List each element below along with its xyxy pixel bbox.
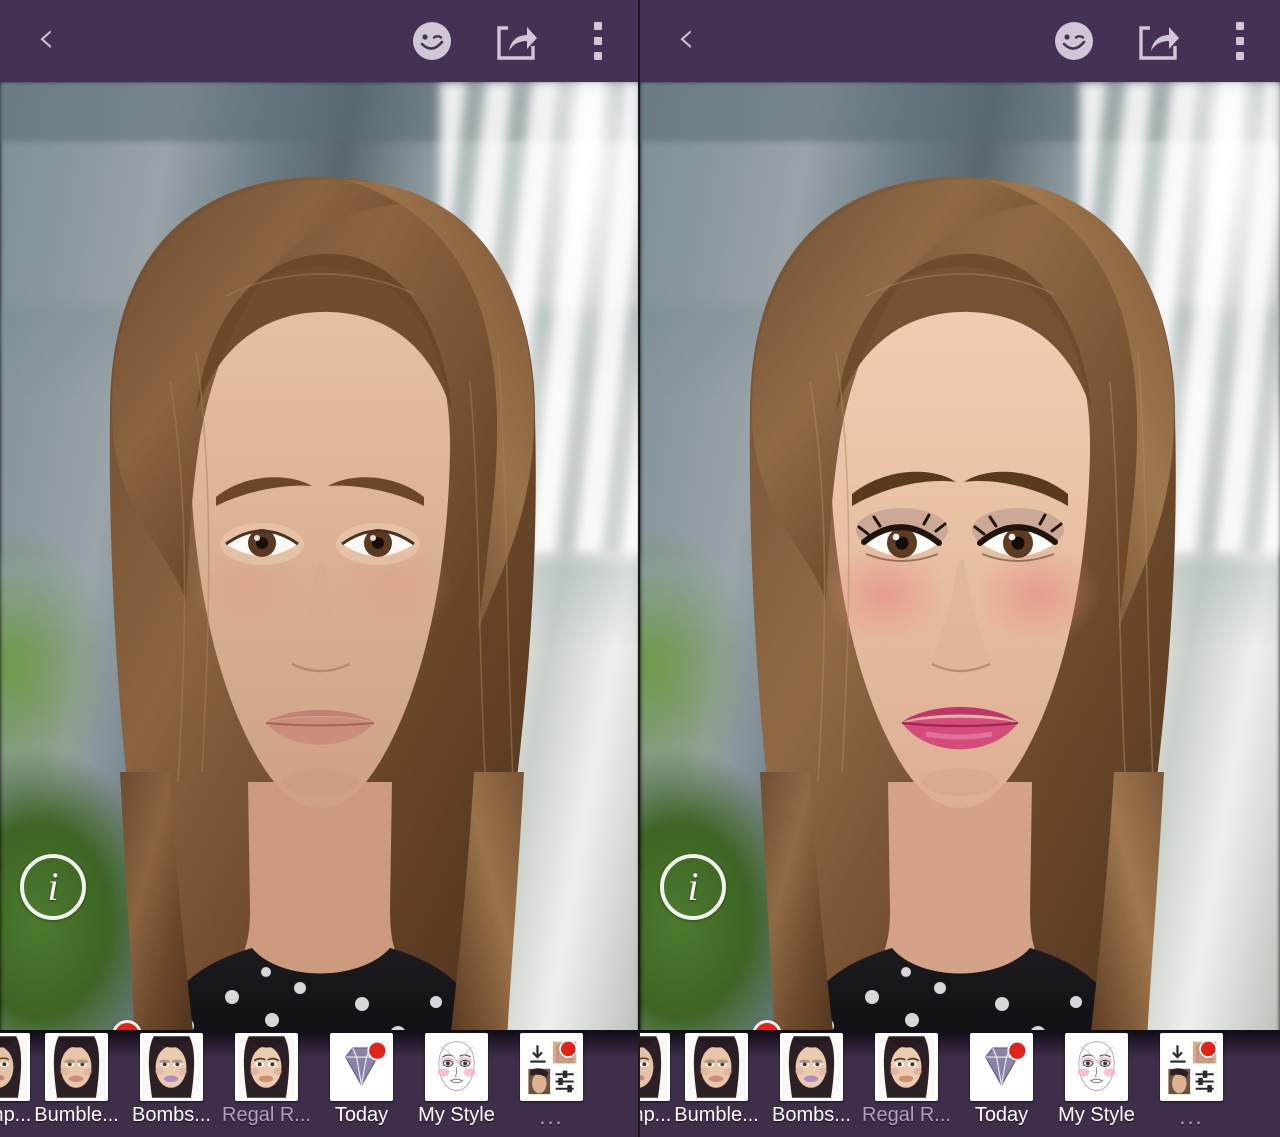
- style-item-more[interactable]: ...: [504, 1030, 599, 1130]
- style-item-today[interactable]: Today: [314, 1030, 409, 1127]
- top-toolbar: ‹: [640, 0, 1280, 82]
- style-item-label: ...: [539, 1104, 564, 1129]
- style-item-bumble[interactable]: Bumble...: [669, 1030, 764, 1127]
- face-thumb-icon: [140, 1033, 203, 1101]
- overflow-menu-icon[interactable]: [558, 0, 638, 82]
- info-button-label: i: [687, 864, 699, 909]
- before-after-comparison: ‹ i p... Bumble... Bombs... Regal R... T…: [0, 0, 1280, 1137]
- portrait-after: i Edit B | A: [640, 82, 1280, 1057]
- back-button[interactable]: ‹: [0, 0, 92, 82]
- style-item-label: Regal R...: [862, 1104, 951, 1126]
- diamond-icon: [970, 1033, 1033, 1101]
- style-item-label: Today: [974, 1104, 1029, 1126]
- style-item-label: My Style: [1058, 1104, 1135, 1126]
- face-thumb-icon: [640, 1033, 670, 1101]
- smiley-wink-icon[interactable]: [390, 0, 474, 82]
- style-strip[interactable]: hamp...: [0, 1030, 638, 1137]
- style-item-regal-r[interactable]: Regal R...: [859, 1030, 954, 1127]
- info-button-label: i: [47, 864, 59, 909]
- share-icon[interactable]: [1116, 0, 1200, 82]
- face-thumb-icon: [875, 1033, 938, 1101]
- more-tools-icon: [520, 1033, 583, 1101]
- style-item-label: Bombs...: [132, 1104, 211, 1126]
- diamond-icon: [330, 1033, 393, 1101]
- share-icon[interactable]: [474, 0, 558, 82]
- style-item-champ[interactable]: hamp...: [640, 1030, 672, 1127]
- style-item-label: ...: [1179, 1104, 1204, 1129]
- style-item-label: Bumble...: [674, 1104, 759, 1126]
- smiley-wink-icon[interactable]: [1032, 0, 1116, 82]
- style-item-today[interactable]: Today: [954, 1030, 1049, 1127]
- face-thumb-icon: [0, 1033, 30, 1101]
- back-button[interactable]: ‹: [640, 0, 732, 82]
- face-before: [0, 82, 638, 1057]
- style-item-label: hamp...: [640, 1104, 672, 1126]
- style-item-more[interactable]: ...: [1144, 1030, 1239, 1130]
- before-panel: ‹ i p... Bumble... Bombs... Regal R... T…: [0, 0, 640, 1137]
- more-tools-icon: [1160, 1033, 1223, 1101]
- info-button[interactable]: i: [660, 854, 726, 920]
- face-thumb-icon: [235, 1033, 298, 1101]
- face-after: [640, 82, 1280, 1057]
- style-item-label: Bumble...: [34, 1104, 119, 1126]
- style-strip[interactable]: hamp...: [640, 1030, 1280, 1137]
- style-item-bombs[interactable]: Bombs...: [124, 1030, 219, 1127]
- style-item-bombs[interactable]: Bombs...: [764, 1030, 859, 1127]
- overflow-menu-icon[interactable]: [1200, 0, 1280, 82]
- face-thumb-icon: [780, 1033, 843, 1101]
- style-item-label: Bombs...: [772, 1104, 851, 1126]
- info-button[interactable]: i: [20, 854, 86, 920]
- style-item-champ[interactable]: hamp...: [0, 1030, 32, 1127]
- style-item-regal-r[interactable]: Regal R...: [219, 1030, 314, 1127]
- face-sketch-icon: [1065, 1033, 1128, 1101]
- style-item-my-style[interactable]: My Style: [1049, 1030, 1144, 1127]
- portrait-before: i Edit B | A: [0, 82, 638, 1057]
- face-sketch-icon: [425, 1033, 488, 1101]
- face-thumb-icon: [45, 1033, 108, 1101]
- style-item-label: Regal R...: [222, 1104, 311, 1126]
- style-item-bumble[interactable]: Bumble...: [29, 1030, 124, 1127]
- style-item-my-style[interactable]: My Style: [409, 1030, 504, 1127]
- style-item-label: hamp...: [0, 1104, 32, 1126]
- after-panel: ‹ i p... Bumble... Bombs... Regal R... T…: [640, 0, 1280, 1137]
- style-item-label: My Style: [418, 1104, 495, 1126]
- style-item-label: Today: [334, 1104, 389, 1126]
- top-toolbar: ‹: [0, 0, 638, 82]
- face-thumb-icon: [685, 1033, 748, 1101]
